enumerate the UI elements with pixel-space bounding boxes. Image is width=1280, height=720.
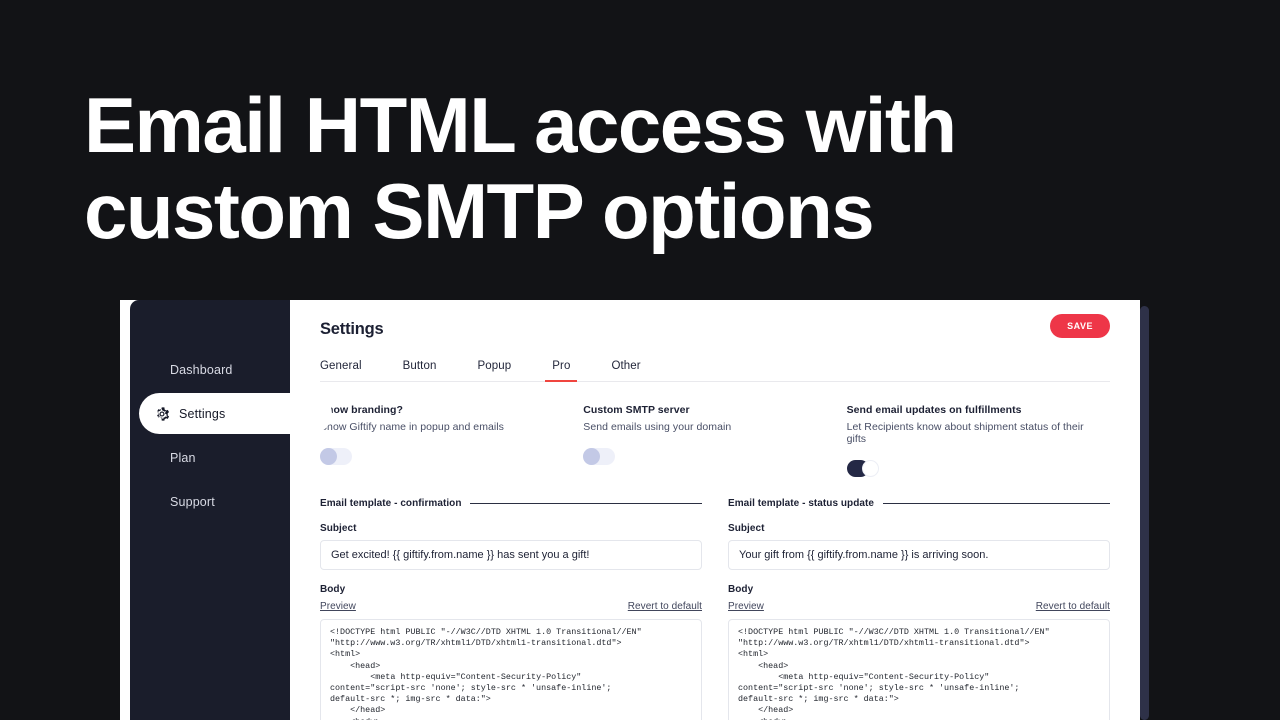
body-code-content: <!DOCTYPE html PUBLIC "-//W3C//DTD XHTML… [738, 627, 1050, 720]
tab-button[interactable]: Button [403, 356, 437, 381]
settings-toggles-row: Show branding? Show Giftify name in popu… [320, 404, 1110, 477]
body-label: Body [320, 584, 346, 595]
save-button[interactable]: SAVE [1050, 314, 1110, 338]
page-title: Settings [320, 320, 384, 338]
setting-description: Let Recipients know about shipment statu… [846, 421, 1084, 445]
setting-title: Custom SMTP server [583, 404, 690, 416]
preview-link[interactable]: Preview [728, 601, 764, 612]
section-header: Email template - status update [728, 498, 1110, 509]
toggle-knob [583, 448, 601, 465]
main-content: Settings SAVE General Button Popup Pro O… [290, 300, 1140, 720]
email-template-editors: Email template - confirmation Subject Bo… [320, 498, 1110, 720]
body-code-content: <!DOCTYPE html PUBLIC "-//W3C//DTD XHTML… [330, 627, 642, 720]
sidebar-item-label: Dashboard [170, 362, 233, 377]
tab-general[interactable]: General [320, 356, 362, 381]
gear-icon [154, 406, 170, 422]
subject-label: Subject [320, 523, 357, 534]
section-divider [470, 503, 702, 504]
email-template-confirmation: Email template - confirmation Subject Bo… [320, 498, 702, 720]
section-title: Email template - confirmation [320, 498, 462, 509]
subject-label: Subject [728, 523, 765, 534]
setting-description: Show Giftify name in popup and emails [320, 421, 504, 433]
app-screenshot-card: Dashboard Settings Plan Support Settings… [120, 300, 1140, 720]
sidebar: Dashboard Settings Plan Support [130, 300, 332, 720]
promo-headline-line-2: custom SMTP options [84, 167, 875, 255]
tab-popup[interactable]: Popup [477, 356, 511, 381]
promo-headline-line-1: Email HTML access with [84, 81, 957, 169]
body-code-editor[interactable]: <!DOCTYPE html PUBLIC "-//W3C//DTD XHTML… [320, 619, 702, 720]
body-code-editor[interactable]: <!DOCTYPE html PUBLIC "-//W3C//DTD XHTML… [728, 619, 1110, 720]
app-scrollbar[interactable] [1140, 306, 1149, 720]
setting-title: Show branding? [320, 404, 403, 416]
body-label: Body [728, 584, 754, 595]
toggle-knob [320, 448, 337, 465]
subject-input[interactable] [728, 540, 1110, 570]
custom-smtp-toggle[interactable] [583, 448, 616, 465]
sidebar-item-label: Plan [170, 450, 196, 465]
setting-title: Send email updates on fulfillments [846, 404, 1022, 416]
section-header: Email template - confirmation [320, 498, 702, 509]
body-block: Body Preview Revert to default <!DOCTYPE… [320, 584, 702, 720]
show-branding-toggle[interactable] [320, 448, 352, 465]
body-block: Body Preview Revert to default <!DOCTYPE… [728, 584, 1110, 720]
section-divider [882, 503, 1110, 504]
preview-link[interactable]: Preview [320, 601, 356, 612]
setting-custom-smtp: Custom SMTP server Send emails using you… [583, 404, 846, 477]
tab-other[interactable]: Other [611, 356, 640, 381]
sidebar-item-support[interactable]: Support [130, 481, 290, 522]
sidebar-item-settings[interactable]: Settings [139, 393, 332, 434]
sidebar-item-label: Support [170, 494, 215, 509]
setting-fulfillment-updates: Send email updates on fulfillments Let R… [846, 404, 1110, 477]
tab-bar: General Button Popup Pro Other [320, 356, 1110, 382]
revert-to-default-link[interactable]: Revert to default [1036, 601, 1110, 612]
sidebar-item-dashboard[interactable]: Dashboard [130, 349, 290, 390]
subject-input[interactable] [320, 540, 702, 570]
fulfillment-updates-toggle[interactable] [846, 460, 879, 477]
tab-pro[interactable]: Pro [545, 356, 578, 382]
promo-headline: Email HTML access with custom SMTP optio… [84, 82, 1144, 254]
section-title: Email template - status update [728, 498, 874, 509]
sidebar-item-plan[interactable]: Plan [130, 437, 290, 478]
setting-description: Send emails using your domain [583, 421, 732, 433]
body-link-row: Preview Revert to default [320, 601, 702, 612]
email-template-status-update: Email template - status update Subject B… [728, 498, 1110, 720]
sidebar-item-label: Settings [179, 406, 226, 421]
setting-show-branding: Show branding? Show Giftify name in popu… [320, 404, 583, 477]
body-link-row: Preview Revert to default [728, 601, 1110, 612]
revert-to-default-link[interactable]: Revert to default [628, 601, 702, 612]
toggle-knob [861, 460, 879, 477]
